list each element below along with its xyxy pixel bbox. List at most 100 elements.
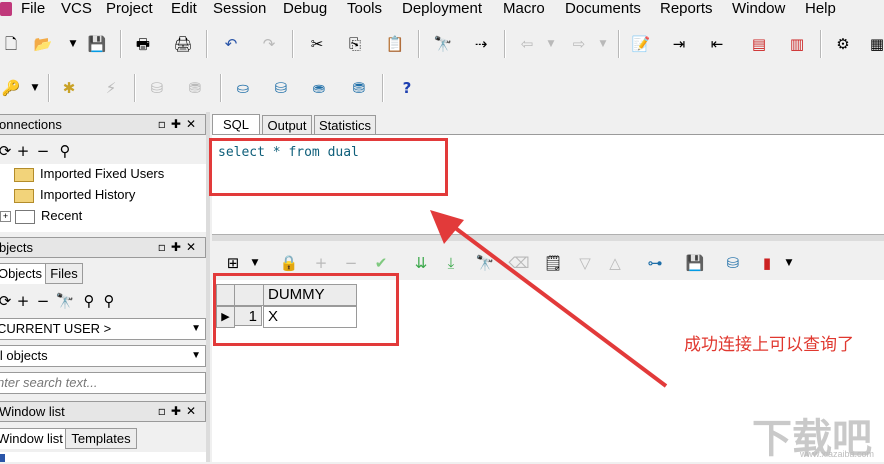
menu-edit[interactable]: Edit	[171, 0, 197, 18]
menu-file[interactable]: File	[21, 0, 45, 18]
add-icon[interactable]: +	[12, 140, 34, 162]
back-dropdown-icon[interactable]: ▼	[540, 33, 562, 55]
goto-icon[interactable]: ⇢	[470, 33, 492, 55]
undo-icon[interactable]: ↶	[220, 33, 242, 55]
save-icon[interactable]: 💾	[86, 33, 108, 55]
chart-dropdown-icon[interactable]: ▼	[778, 252, 800, 274]
tab-files[interactable]: Files	[45, 263, 83, 284]
indent-icon[interactable]: ⇥	[668, 33, 690, 55]
cut-icon[interactable]: ✂	[306, 33, 328, 55]
panel-controls-icon[interactable]: ▫✚✕	[158, 238, 201, 257]
find-icon[interactable]: 🔭	[432, 33, 454, 55]
chart-icon[interactable]: ▮	[756, 252, 778, 274]
grid-tool-icon[interactable]: ▦	[866, 33, 884, 55]
tab-window-list[interactable]: Window list	[0, 428, 66, 449]
sql-window-icon[interactable]: ⛁	[270, 77, 292, 99]
connections-title: onnections	[0, 117, 62, 132]
tab-output[interactable]: Output	[262, 115, 312, 136]
paste-icon[interactable]: 📋	[384, 33, 406, 55]
open-folder-icon[interactable]: 📂	[32, 33, 54, 55]
expand-icon[interactable]: +	[0, 211, 11, 223]
forward-icon[interactable]: ⇨	[568, 33, 590, 55]
tree-item-imported-fixed-users[interactable]: Imported Fixed Users	[14, 164, 164, 184]
folder-icon	[14, 188, 34, 203]
user-select[interactable]: CURRENT USER > ▼	[0, 318, 206, 340]
unindent-icon[interactable]: ⇤	[706, 33, 728, 55]
objects-title: bjects	[0, 240, 33, 255]
remove-icon[interactable]: −	[32, 290, 54, 312]
filter-icon[interactable]: ⚲	[54, 140, 76, 162]
menu-session[interactable]: Session	[213, 0, 266, 18]
panel-controls-icon[interactable]: ▫✚✕	[158, 115, 201, 134]
debug-bug-icon[interactable]: ✱	[58, 77, 80, 99]
disconnect-db-icon[interactable]: ⛃	[348, 77, 370, 99]
menu-deployment[interactable]: Deployment	[402, 0, 482, 18]
menu-macro[interactable]: Macro	[503, 0, 545, 18]
connect-key-icon[interactable]: 🔑	[0, 77, 22, 99]
rollback-icon[interactable]: ⛃	[184, 77, 206, 99]
object-type-select[interactable]: ll objects ▼	[0, 345, 206, 367]
menu-help[interactable]: Help	[805, 0, 836, 18]
single-record-view-icon[interactable]: ⊞	[222, 252, 244, 274]
connections-toolbar: ⟳ + − ⚲	[0, 140, 206, 162]
post-changes-icon[interactable]: ✔	[370, 252, 392, 274]
find-icon[interactable]: 🔭	[54, 290, 76, 312]
help-icon[interactable]: ?	[396, 77, 418, 99]
window-list-item[interactable]	[0, 452, 206, 462]
insert-record-icon[interactable]: +	[310, 252, 332, 274]
forward-dropdown-icon[interactable]: ▼	[592, 33, 614, 55]
menu-project[interactable]: Project	[106, 0, 153, 18]
comment-icon[interactable]: ▤	[748, 33, 770, 55]
explain-plan-icon[interactable]: ⛂	[308, 77, 330, 99]
format-icon[interactable]: ⚙	[832, 33, 854, 55]
lock-icon[interactable]: 🔒	[278, 252, 300, 274]
copy-icon[interactable]: ⎘	[344, 33, 366, 55]
add-icon[interactable]: +	[12, 290, 34, 312]
window-list-panel-header: Window list ▫✚✕	[0, 401, 206, 422]
connect-dropdown-icon[interactable]: ▼	[24, 77, 46, 99]
edit-doc-icon[interactable]: 📝	[630, 33, 652, 55]
arrow-shaft	[448, 222, 668, 388]
print-preview-icon[interactable]: 🖨	[172, 33, 194, 55]
menu-debug[interactable]: Debug	[283, 0, 327, 18]
tab-sql[interactable]: SQL	[212, 114, 260, 135]
tab-templates[interactable]: Templates	[65, 428, 137, 449]
remove-icon[interactable]: −	[32, 140, 54, 162]
tab-statistics[interactable]: Statistics	[314, 115, 376, 136]
compile-icon[interactable]: ⚡	[100, 77, 122, 99]
tree-item-recent[interactable]: + Recent	[0, 206, 82, 226]
window-icon	[0, 454, 5, 462]
commit-icon[interactable]: ⛁	[146, 77, 168, 99]
uncomment-icon[interactable]: ▥	[786, 33, 808, 55]
tab-objects[interactable]: Objects	[0, 263, 46, 284]
session-toolbar: 🔑 ▼ ✱ ⚡ ⛁ ⛃ ⛀ ⛁ ⛂ ⛃ ?	[0, 66, 884, 110]
connections-panel-header: onnections ▫✚✕	[0, 114, 206, 135]
print-icon[interactable]: 🖶	[132, 33, 154, 55]
menu-window[interactable]: Window	[732, 0, 785, 18]
folder-icon	[14, 167, 34, 182]
dropdown-arrow-icon[interactable]: ▼	[62, 33, 84, 55]
connections-tree: Imported Fixed Users Imported History + R…	[0, 164, 206, 232]
export-save-icon[interactable]: 💾	[684, 252, 706, 274]
chevron-down-icon: ▼	[191, 350, 201, 361]
menu-reports[interactable]: Reports	[660, 0, 713, 18]
redo-icon[interactable]: ↷	[258, 33, 280, 55]
result-highlight-box	[213, 273, 399, 346]
tree-item-imported-history[interactable]: Imported History	[14, 185, 135, 205]
menu-documents[interactable]: Documents	[565, 0, 641, 18]
filter-icon[interactable]: ⚲	[78, 290, 100, 312]
objects-panel-header: bjects ▫✚✕	[0, 237, 206, 258]
menu-tools[interactable]: Tools	[347, 0, 382, 18]
view-dropdown-icon[interactable]: ▼	[244, 252, 266, 274]
panel-controls-icon[interactable]: ▫✚✕	[158, 402, 201, 421]
menu-vcs[interactable]: VCS	[61, 0, 92, 18]
export-db-icon[interactable]: ⛁	[722, 252, 744, 274]
new-file-icon[interactable]: 🗋	[0, 33, 22, 55]
app-icon	[0, 2, 12, 16]
filter-edit-icon[interactable]: ⚲	[98, 290, 120, 312]
session-db-icon[interactable]: ⛀	[232, 77, 254, 99]
back-icon[interactable]: ⇦	[516, 33, 538, 55]
object-search-input[interactable]: nter search text...	[0, 372, 206, 394]
delete-record-icon[interactable]: −	[340, 252, 362, 274]
watermark-url: www.xiazaiba.com	[800, 449, 875, 459]
